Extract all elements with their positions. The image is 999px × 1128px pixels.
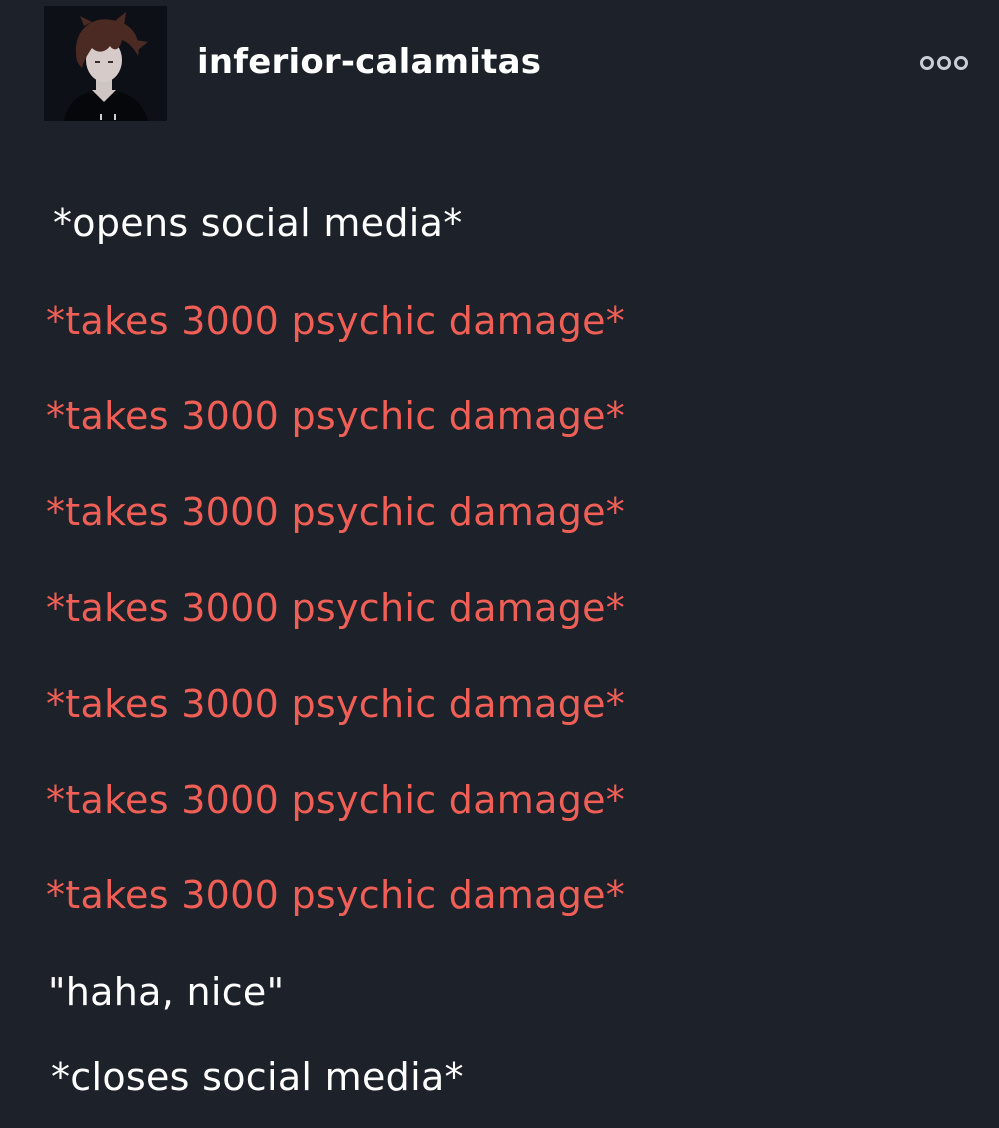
post-card: inferior-calamitas *opens social media* …	[0, 0, 999, 1128]
avatar[interactable]	[44, 6, 167, 121]
post-line: *takes 3000 psychic damage*	[46, 873, 626, 917]
post-line: *takes 3000 psychic damage*	[46, 682, 626, 726]
post-line: *takes 3000 psychic damage*	[46, 778, 626, 822]
username[interactable]: inferior-calamitas	[197, 40, 541, 84]
post-line: *opens social media*	[53, 201, 463, 245]
post-line: *takes 3000 psychic damage*	[46, 490, 626, 534]
post-line: "haha, nice"	[48, 970, 285, 1014]
post-line: *takes 3000 psychic damage*	[46, 586, 626, 630]
post-line: *takes 3000 psychic damage*	[46, 299, 626, 343]
avatar-image	[44, 6, 167, 121]
more-options-button[interactable]	[916, 48, 972, 78]
post-line: *takes 3000 psychic damage*	[46, 394, 626, 438]
post-header: inferior-calamitas	[0, 0, 999, 130]
more-horizontal-icon	[920, 56, 968, 70]
post-line: *closes social media*	[51, 1055, 464, 1099]
